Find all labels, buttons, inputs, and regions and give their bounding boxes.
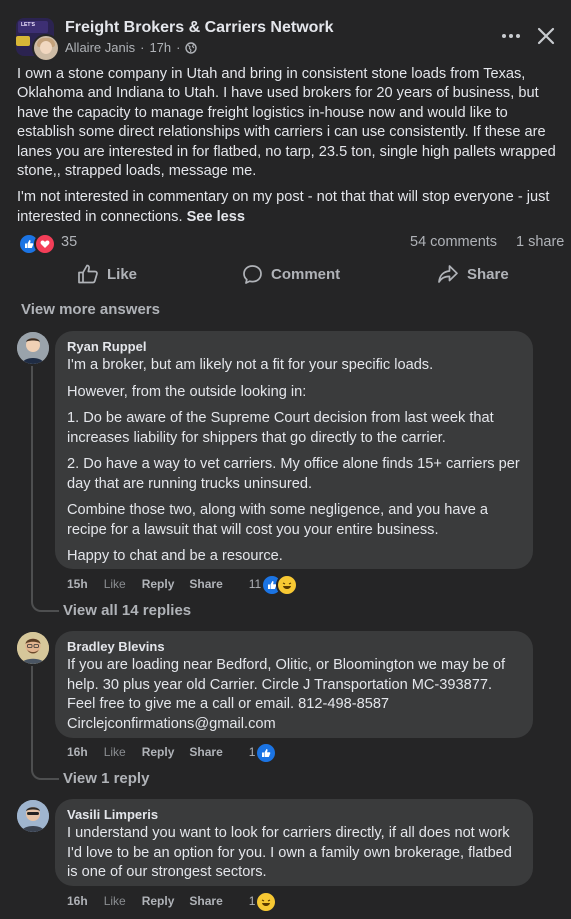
comment-reaction-icons[interactable] bbox=[255, 891, 278, 913]
author-name[interactable]: Allaire Janis bbox=[65, 40, 135, 55]
post-meta: Allaire Janis · 17h · bbox=[65, 40, 198, 55]
like-button-label: Like bbox=[107, 265, 138, 283]
post-paragraph: I'm not interested in commentary on my p… bbox=[17, 188, 565, 227]
separator-dot: · bbox=[176, 40, 181, 55]
commenter-avatar[interactable] bbox=[17, 332, 49, 364]
share-button[interactable]: Share bbox=[437, 263, 509, 285]
comment-share-button[interactable]: Share bbox=[189, 745, 222, 759]
author-avatar[interactable] bbox=[32, 34, 60, 62]
comment-bubble: Bradley Blevins If you are loading near … bbox=[55, 631, 533, 738]
comment-reaction-count[interactable]: 1 bbox=[249, 745, 256, 759]
post-text: I own a stone company in Utah and bring … bbox=[17, 65, 565, 234]
comment-reaction-count[interactable]: 11 bbox=[249, 577, 261, 591]
comment-reply-button[interactable]: Reply bbox=[142, 745, 175, 759]
share-button-label: Share bbox=[467, 265, 509, 283]
comment-reaction-icons[interactable] bbox=[255, 742, 278, 764]
group-name[interactable]: Freight Brokers & Carriers Network bbox=[65, 19, 334, 37]
comment-meta: 15h Like Reply Share 11 bbox=[67, 574, 299, 596]
see-less-link[interactable]: See less bbox=[187, 209, 245, 225]
comment-like-button[interactable]: Like bbox=[104, 745, 126, 759]
share-count[interactable]: 1 share bbox=[516, 234, 564, 250]
comment-text: I'm a broker, but am likely not a fit fo… bbox=[67, 356, 521, 567]
comment-reply-button[interactable]: Reply bbox=[142, 577, 175, 591]
view-replies-link[interactable]: View 1 reply bbox=[63, 770, 149, 787]
commenter-avatar[interactable] bbox=[17, 632, 49, 664]
comment-paragraph: If you are loading near Bedford, Olitic,… bbox=[67, 657, 506, 732]
comment-share-button[interactable]: Share bbox=[189, 894, 222, 908]
comment-reply-button[interactable]: Reply bbox=[142, 894, 175, 908]
comment-bubble-icon bbox=[243, 264, 262, 284]
view-more-answers-link[interactable]: View more answers bbox=[21, 301, 160, 318]
close-icon[interactable] bbox=[534, 24, 558, 48]
post-paragraph-text: I'm not interested in commentary on my p… bbox=[17, 189, 550, 225]
comment-share-button[interactable]: Share bbox=[189, 577, 222, 591]
reply-thread-line bbox=[31, 366, 59, 612]
like-reaction-icon bbox=[255, 742, 278, 764]
comment-button[interactable]: Comment bbox=[242, 263, 340, 285]
public-globe-icon bbox=[185, 41, 198, 54]
avatar-photo bbox=[17, 800, 49, 832]
post-time[interactable]: 17h bbox=[149, 40, 171, 55]
comment-button-label: Comment bbox=[271, 265, 341, 283]
more-options-icon[interactable] bbox=[500, 26, 522, 46]
comment-like-button[interactable]: Like bbox=[104, 894, 126, 908]
thumbs-up-icon bbox=[78, 264, 98, 284]
haha-reaction-icon bbox=[255, 891, 278, 913]
comment-paragraph: 1. Do be aware of the Supreme Court deci… bbox=[67, 410, 494, 446]
comment-meta: 16h Like Reply Share 1 bbox=[67, 742, 278, 764]
comment-reaction-icons[interactable] bbox=[261, 574, 299, 596]
comment-paragraph: I'm a broker, but am likely not a fit fo… bbox=[67, 357, 434, 373]
like-button[interactable]: Like bbox=[77, 263, 137, 285]
comment-text: If you are loading near Bedford, Olitic,… bbox=[67, 656, 521, 734]
love-reaction-icon bbox=[34, 233, 56, 255]
comment-like-button[interactable]: Like bbox=[104, 577, 126, 591]
comment-paragraph: However, from the outside looking in: bbox=[67, 383, 307, 400]
comment-paragraph: Happy to chat and be a resource. bbox=[67, 548, 283, 564]
comments-count[interactable]: 54 comments bbox=[410, 234, 497, 250]
share-arrow-icon bbox=[438, 265, 458, 283]
comment-paragraph: Combine those two, along with some negli… bbox=[67, 502, 489, 538]
comment-paragraph: I understand you want to look for carrie… bbox=[67, 825, 512, 880]
reaction-count[interactable]: 35 bbox=[61, 234, 77, 250]
comment-time[interactable]: 15h bbox=[67, 577, 88, 591]
comment-time[interactable]: 16h bbox=[67, 894, 88, 908]
group-avatar-accent bbox=[16, 36, 30, 46]
view-replies-link[interactable]: View all 14 replies bbox=[63, 602, 191, 619]
avatar-photo bbox=[17, 632, 49, 664]
comment-meta: 16h Like Reply Share 1 bbox=[67, 891, 278, 913]
meta-separator: · bbox=[140, 40, 145, 55]
comment-time[interactable]: 16h bbox=[67, 745, 88, 759]
comment-bubble: Vasili Limperis I understand you want to… bbox=[55, 799, 533, 886]
reaction-icons[interactable] bbox=[18, 233, 58, 255]
comment-reaction-count[interactable]: 1 bbox=[249, 894, 256, 908]
comment-text: I understand you want to look for carrie… bbox=[67, 824, 521, 883]
commenter-avatar[interactable] bbox=[17, 800, 49, 832]
comment-paragraph: 2. Do have a way to vet carriers. My off… bbox=[67, 456, 520, 492]
haha-reaction-icon bbox=[276, 574, 299, 596]
commenter-name[interactable]: Vasili Limperis bbox=[67, 807, 521, 822]
group-avatar-label: LET'S bbox=[21, 22, 35, 28]
comment-bubble: Ryan Ruppel I'm a broker, but am likely … bbox=[55, 331, 533, 569]
avatar-photo bbox=[17, 332, 49, 364]
commenter-name[interactable]: Bradley Blevins bbox=[67, 639, 521, 654]
post-paragraph: I own a stone company in Utah and bring … bbox=[17, 66, 556, 180]
reply-thread-line bbox=[31, 666, 59, 780]
commenter-name[interactable]: Ryan Ruppel bbox=[67, 339, 521, 354]
